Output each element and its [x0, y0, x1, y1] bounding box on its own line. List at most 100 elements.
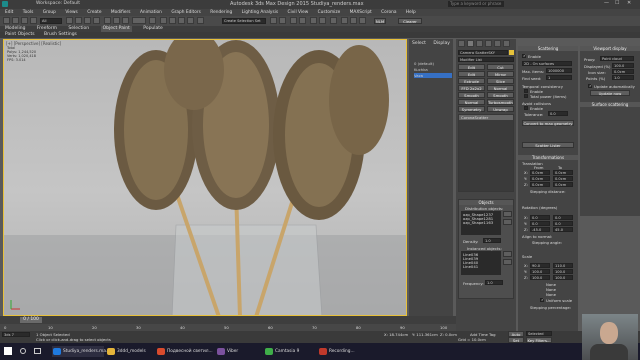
- tab-select[interactable]: Select: [412, 41, 426, 46]
- instanced-list[interactable]: Line036 Line039 Line040 Line041: [461, 251, 501, 275]
- render-icon[interactable]: [359, 17, 366, 24]
- modify-tab-icon[interactable]: [467, 40, 474, 47]
- surface-scattering-header[interactable]: Surface scattering: [580, 102, 640, 107]
- taskbar-app[interactable]: 3ddd_models: [106, 346, 154, 357]
- max-items-field[interactable]: 1000000: [546, 68, 572, 73]
- menu-views[interactable]: Views: [65, 9, 77, 16]
- nlm-button[interactable]: NLM: [374, 18, 386, 24]
- modifier-button[interactable]: Turbosmooth: [487, 99, 514, 105]
- object-name-field[interactable]: Camera ScatterSKY: [458, 50, 508, 55]
- icon-size-field[interactable]: 0.0cm: [612, 69, 634, 74]
- menu-group[interactable]: Group: [43, 9, 56, 16]
- redo-icon[interactable]: [12, 17, 19, 24]
- none-label[interactable]: None: [546, 292, 556, 297]
- close-icon[interactable]: ✕: [627, 0, 631, 6]
- selection-filter-dropdown[interactable]: All: [40, 18, 62, 24]
- add-instanced-button[interactable]: [503, 251, 512, 257]
- perspective-viewport[interactable]: [+] [Perspective] [Realistic] Total Poly…: [3, 39, 407, 316]
- rotation-z-from[interactable]: -45.0: [530, 227, 550, 232]
- translation-x-from[interactable]: 0.0cm: [530, 170, 550, 175]
- taskbar-app[interactable]: Viber: [216, 346, 256, 357]
- graphite-icon[interactable]: [299, 17, 306, 24]
- scale-z-from[interactable]: 100.0: [530, 275, 550, 280]
- modifier-button[interactable]: Edit: [458, 71, 485, 77]
- minimize-icon[interactable]: —: [604, 0, 609, 6]
- coord-y[interactable]: Y: 111.361cm: [412, 332, 438, 337]
- rotation-z-to[interactable]: 45.0: [553, 227, 573, 232]
- enable-checkbox[interactable]: [522, 53, 526, 58]
- taskbar-app[interactable]: Studiya_renders.ma...: [52, 346, 110, 357]
- menu-civil-view[interactable]: Civil View: [288, 9, 309, 16]
- render-setup-icon[interactable]: [341, 17, 348, 24]
- layer-item[interactable]: Vaza: [414, 73, 452, 78]
- displayed-field[interactable]: 100.0: [612, 63, 634, 68]
- layer-item[interactable]: Kuchka: [414, 67, 428, 72]
- scale-y-from[interactable]: 100.0: [530, 269, 550, 274]
- tolerance-field[interactable]: 0.0: [548, 111, 568, 116]
- create-tab-icon[interactable]: [458, 40, 465, 47]
- named-selection-set-field[interactable]: Create Selection Set: [222, 18, 266, 24]
- translation-y-to[interactable]: 0.0cm: [553, 176, 573, 181]
- reference-coord-icon[interactable]: [132, 17, 146, 24]
- distribution-list[interactable]: ozp_Shape1237 ozp_Shape1281 ozp_Shape116…: [461, 211, 501, 235]
- pivot-icon[interactable]: [149, 17, 156, 24]
- menu-create[interactable]: Create: [87, 9, 101, 16]
- hierarchy-tab-icon[interactable]: [476, 40, 483, 47]
- layer-manager-icon[interactable]: [290, 17, 297, 24]
- workspace-selector[interactable]: Workspace: Default: [36, 1, 80, 6]
- menu-modifiers[interactable]: Modifiers: [111, 9, 131, 16]
- modifier-button[interactable]: Edit: [458, 64, 485, 70]
- windows-start-icon[interactable]: [4, 347, 12, 355]
- time-slider-thumb[interactable]: 0 / 100: [20, 317, 42, 323]
- modifier-button[interactable]: FFD 2x2x2: [458, 85, 485, 91]
- menu-maxscript[interactable]: MAXScript: [350, 9, 372, 16]
- menu-graph-editors[interactable]: Graph Editors: [171, 9, 201, 16]
- scale-x-from[interactable]: 90.0: [530, 263, 550, 268]
- list-item[interactable]: Line041: [463, 264, 478, 269]
- frequency-field[interactable]: 1.0: [485, 280, 503, 285]
- spinner-snap-icon[interactable]: [187, 17, 194, 24]
- scattering-header[interactable]: Scattering: [518, 46, 578, 51]
- task-view-icon[interactable]: [34, 348, 41, 354]
- app-logo-icon[interactable]: [2, 1, 8, 7]
- modifier-button[interactable]: Smooth: [458, 92, 485, 98]
- layer-item[interactable]: 0 (default): [414, 61, 434, 66]
- scatter-lister-button[interactable]: Scatter Lister: [522, 142, 574, 148]
- add-distribution-button[interactable]: [503, 211, 512, 217]
- unlink-icon[interactable]: [30, 17, 37, 24]
- modifier-button[interactable]: Slice: [487, 78, 514, 84]
- add-time-tag[interactable]: Add Time Tag: [470, 332, 495, 337]
- modifier-button[interactable]: Smooth: [487, 92, 514, 98]
- search-icon[interactable]: [20, 348, 26, 354]
- modifier-list-dropdown[interactable]: Modifier List: [458, 57, 514, 62]
- window-crossing-icon[interactable]: [93, 17, 100, 24]
- rect-select-icon[interactable]: [84, 17, 91, 24]
- menu-tools[interactable]: Tools: [23, 9, 34, 16]
- points-field[interactable]: 1.0: [612, 75, 634, 80]
- display-tab-icon[interactable]: [494, 40, 501, 47]
- subtab-brush-settings[interactable]: Brush Settings: [44, 32, 77, 38]
- angle-snap-icon[interactable]: [169, 17, 176, 24]
- coord-x[interactable]: X: 18.744cm: [384, 332, 408, 337]
- menu-help[interactable]: Help: [406, 9, 416, 16]
- schematic-icon[interactable]: [319, 17, 326, 24]
- motion-tab-icon[interactable]: [485, 40, 492, 47]
- scale-z-to[interactable]: 100.0: [553, 275, 573, 280]
- avoid-enable-checkbox[interactable]: [524, 106, 528, 110]
- rotate-icon[interactable]: [113, 17, 120, 24]
- rotation-x-from[interactable]: 0.0: [530, 215, 550, 220]
- modifier-button[interactable]: Unwrap: [487, 106, 514, 112]
- scale-y-to[interactable]: 100.0: [553, 269, 573, 274]
- remove-instanced-button[interactable]: [503, 259, 512, 265]
- list-item[interactable]: ozp_Shape1163: [463, 220, 493, 225]
- tab-display[interactable]: Display: [433, 41, 450, 46]
- objects-header[interactable]: Objects: [459, 200, 513, 205]
- scale-x-to[interactable]: 110.0: [553, 263, 573, 268]
- remove-distribution-button[interactable]: [503, 219, 512, 225]
- menu-edit[interactable]: Edit: [5, 9, 13, 16]
- snap-icon[interactable]: [160, 17, 167, 24]
- convert-geometry-button[interactable]: Convert to max geometry: [522, 120, 574, 126]
- proxy-dropdown[interactable]: Point cloud: [600, 56, 634, 61]
- menu-corona[interactable]: Corona: [381, 9, 396, 16]
- update-auto-checkbox[interactable]: [588, 83, 592, 88]
